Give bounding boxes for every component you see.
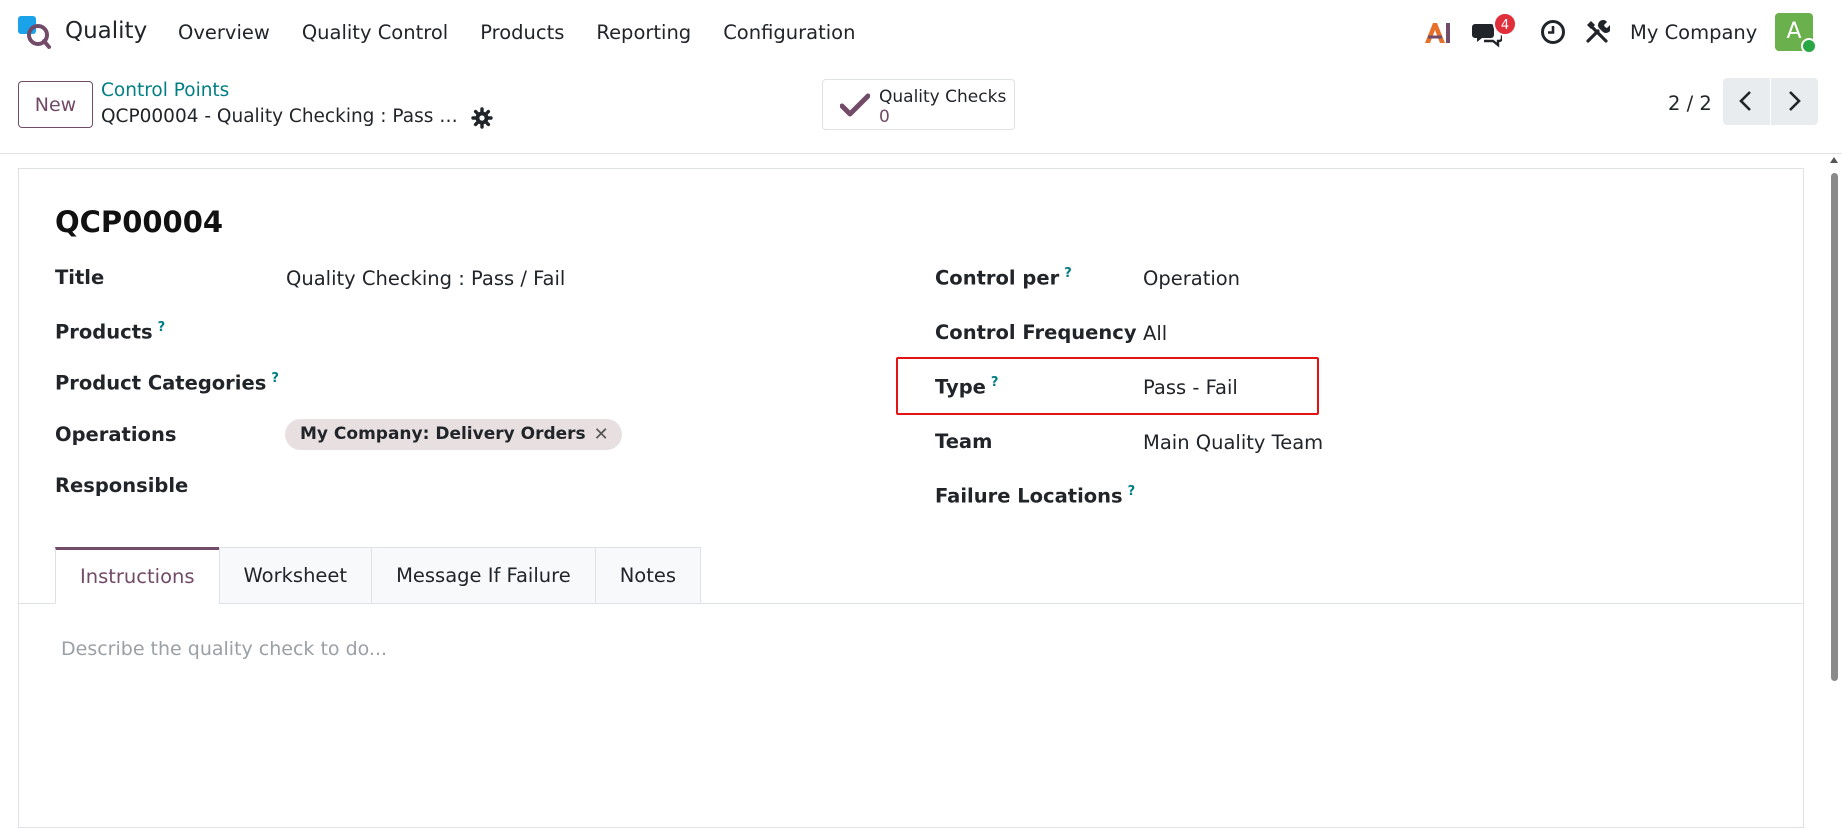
activity-clock-icon[interactable] [1540,19,1566,45]
gear-icon[interactable] [471,107,493,129]
online-status-icon [1801,38,1817,54]
control-panel: New Control Points QCP00004 - Quality Ch… [0,66,1842,154]
breadcrumb-current-record: QCP00004 - Quality Checking : Pass … [101,106,458,127]
top-navbar: Quality Overview Quality Control Product… [0,0,1842,66]
quality-checks-smart-button[interactable]: Quality Checks 0 [822,79,1015,130]
operation-tag-label: My Company: Delivery Orders [300,424,586,444]
smart-button-value: 0 [879,107,890,127]
team-label: Team [935,430,993,453]
control-frequency-label: Control Frequency [935,321,1137,344]
scrollbar-thumb[interactable] [1831,173,1838,681]
menu-products[interactable]: Products [480,21,564,44]
responsible-label: Responsible [55,474,189,497]
products-label: Products? [55,320,165,344]
debug-tools-icon[interactable] [1584,19,1610,45]
notebook-tabs: Instructions Worksheet Message If Failur… [55,547,702,604]
team-field[interactable]: Main Quality Team [1143,431,1323,454]
tab-notes[interactable]: Notes [594,547,702,604]
control-per-label: Control per? [935,266,1072,290]
scroll-up-icon[interactable] [1830,157,1838,163]
quality-app-logo-icon[interactable] [17,14,51,50]
messages-count-badge: 4 [1493,12,1517,36]
menu-overview[interactable]: Overview [178,21,270,44]
main-menu: Overview Quality Control Products Report… [178,21,887,44]
ai-icon[interactable] [1423,22,1451,44]
app-name[interactable]: Quality [65,18,147,44]
operations-label: Operations [55,423,177,446]
close-icon[interactable]: ✕ [594,419,609,450]
pager-value[interactable]: 2 / 2 [1668,92,1712,115]
chevron-right-icon [1789,91,1801,111]
help-icon[interactable]: ? [271,371,279,386]
vertical-scrollbar[interactable] [1827,155,1842,804]
new-button[interactable]: New [18,81,93,128]
operation-tag[interactable]: My Company: Delivery Orders ✕ [285,419,622,450]
pager-next-button[interactable] [1771,78,1818,125]
product-categories-label: Product Categories? [55,371,279,395]
tab-worksheet[interactable]: Worksheet [218,547,373,604]
menu-quality-control[interactable]: Quality Control [302,21,448,44]
breadcrumb-control-points[interactable]: Control Points [101,80,229,101]
menu-configuration[interactable]: Configuration [723,21,855,44]
failure-locations-label-text: Failure Locations [935,484,1123,508]
control-frequency-field[interactable]: All [1143,322,1167,345]
chevron-left-icon [1739,91,1751,111]
instructions-editor[interactable]: Describe the quality check to do... [61,638,387,660]
help-icon[interactable]: ? [1064,266,1072,281]
control-per-label-text: Control per [935,266,1060,290]
products-label-text: Products [55,320,153,344]
type-highlight-box [896,357,1319,415]
company-switcher[interactable]: My Company [1630,21,1757,44]
tab-instructions[interactable]: Instructions [55,547,220,604]
menu-reporting[interactable]: Reporting [596,21,691,44]
help-icon[interactable]: ? [1128,484,1136,499]
title-label: Title [55,266,105,289]
record-name[interactable]: QCP00004 [55,205,223,239]
tab-message-if-failure[interactable]: Message If Failure [371,547,596,604]
title-field[interactable]: Quality Checking : Pass / Fail [286,267,565,290]
control-per-field[interactable]: Operation [1143,267,1240,290]
pager-previous-button[interactable] [1723,78,1770,125]
check-icon [840,93,870,117]
help-icon[interactable]: ? [158,320,166,335]
product-categories-label-text: Product Categories [55,371,267,395]
failure-locations-label: Failure Locations? [935,484,1135,508]
smart-button-label: Quality Checks [879,87,1007,107]
